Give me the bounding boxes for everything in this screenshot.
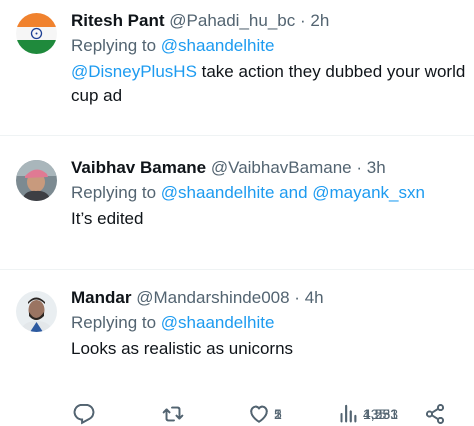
reply-icon — [73, 403, 95, 425]
separator-dot: · — [294, 288, 300, 307]
share-icon — [426, 404, 444, 424]
tweet-text: Looks as realistic as unicorns — [71, 339, 294, 358]
tweet-header: Ritesh Pant @Pahadi_hu_bc · 2h — [71, 10, 466, 32]
views-button[interactable]: 1,553 — [337, 402, 398, 426]
tweet-reply[interactable]: Vaibhav Bamane @VaibhavBamane · 3h Reply… — [0, 136, 474, 270]
tweet-reply[interactable]: Ritesh Pant @Pahadi_hu_bc · 2h Replying … — [0, 0, 474, 136]
avatar[interactable] — [16, 13, 57, 54]
replying-to-link[interactable]: @shaandelhite — [161, 36, 275, 55]
mention-link[interactable]: @DisneyPlusHS — [71, 62, 197, 81]
author-handle[interactable]: @Pahadi_hu_bc — [169, 11, 295, 30]
separator-dot: · — [299, 11, 306, 30]
tweet-reply[interactable]: Mandar @Mandarshinde008 · 4h Replying to… — [0, 270, 474, 402]
retweet-button[interactable] — [162, 402, 184, 426]
tweet-actions: 2 1,553 — [71, 402, 454, 426]
author-name[interactable]: Mandar — [71, 288, 131, 307]
like-button[interactable]: 2 — [248, 402, 282, 426]
replying-to: Replying to @shaandelhite — [71, 312, 466, 334]
avatar[interactable] — [16, 291, 57, 332]
replying-to-link[interactable]: @shaandelhite and @mayank_sxn — [161, 183, 425, 202]
retweet-icon — [162, 406, 184, 422]
author-name[interactable]: Vaibhav Bamane — [71, 158, 206, 177]
like-count: 2 — [274, 406, 282, 422]
author-handle[interactable]: @VaibhavBamane — [211, 158, 352, 177]
author-handle[interactable]: @Mandarshinde008 — [136, 288, 289, 307]
tweet-text: It’s edited — [71, 209, 144, 228]
share-button[interactable] — [424, 402, 446, 426]
timestamp[interactable]: 2h — [310, 11, 329, 30]
separator-dot: · — [356, 158, 363, 177]
replying-to: Replying to @shaandelhite and @mayank_sx… — [71, 182, 466, 204]
tweet-header: Vaibhav Bamane @VaibhavBamane · 3h — [71, 157, 466, 179]
replying-to: Replying to @shaandelhite — [71, 35, 466, 57]
replying-to-prefix: Replying to — [71, 183, 161, 202]
replying-to-prefix: Replying to — [71, 313, 161, 332]
tweet-header: Mandar @Mandarshinde008 · 4h — [71, 287, 466, 309]
tweet-text: @DisneyPlusHS take action they dubbed yo… — [71, 60, 466, 108]
like-icon — [250, 405, 268, 423]
avatar[interactable] — [16, 160, 57, 201]
replying-to-link[interactable]: @shaandelhite — [161, 313, 275, 332]
views-icon — [340, 404, 357, 423]
replying-to-prefix: Replying to — [71, 36, 161, 55]
timestamp[interactable]: 4h — [305, 288, 324, 307]
author-name[interactable]: Ritesh Pant — [71, 11, 165, 30]
reply-button[interactable] — [73, 402, 95, 426]
view-count: 1,553 — [363, 406, 399, 422]
timestamp[interactable]: 3h — [367, 158, 386, 177]
